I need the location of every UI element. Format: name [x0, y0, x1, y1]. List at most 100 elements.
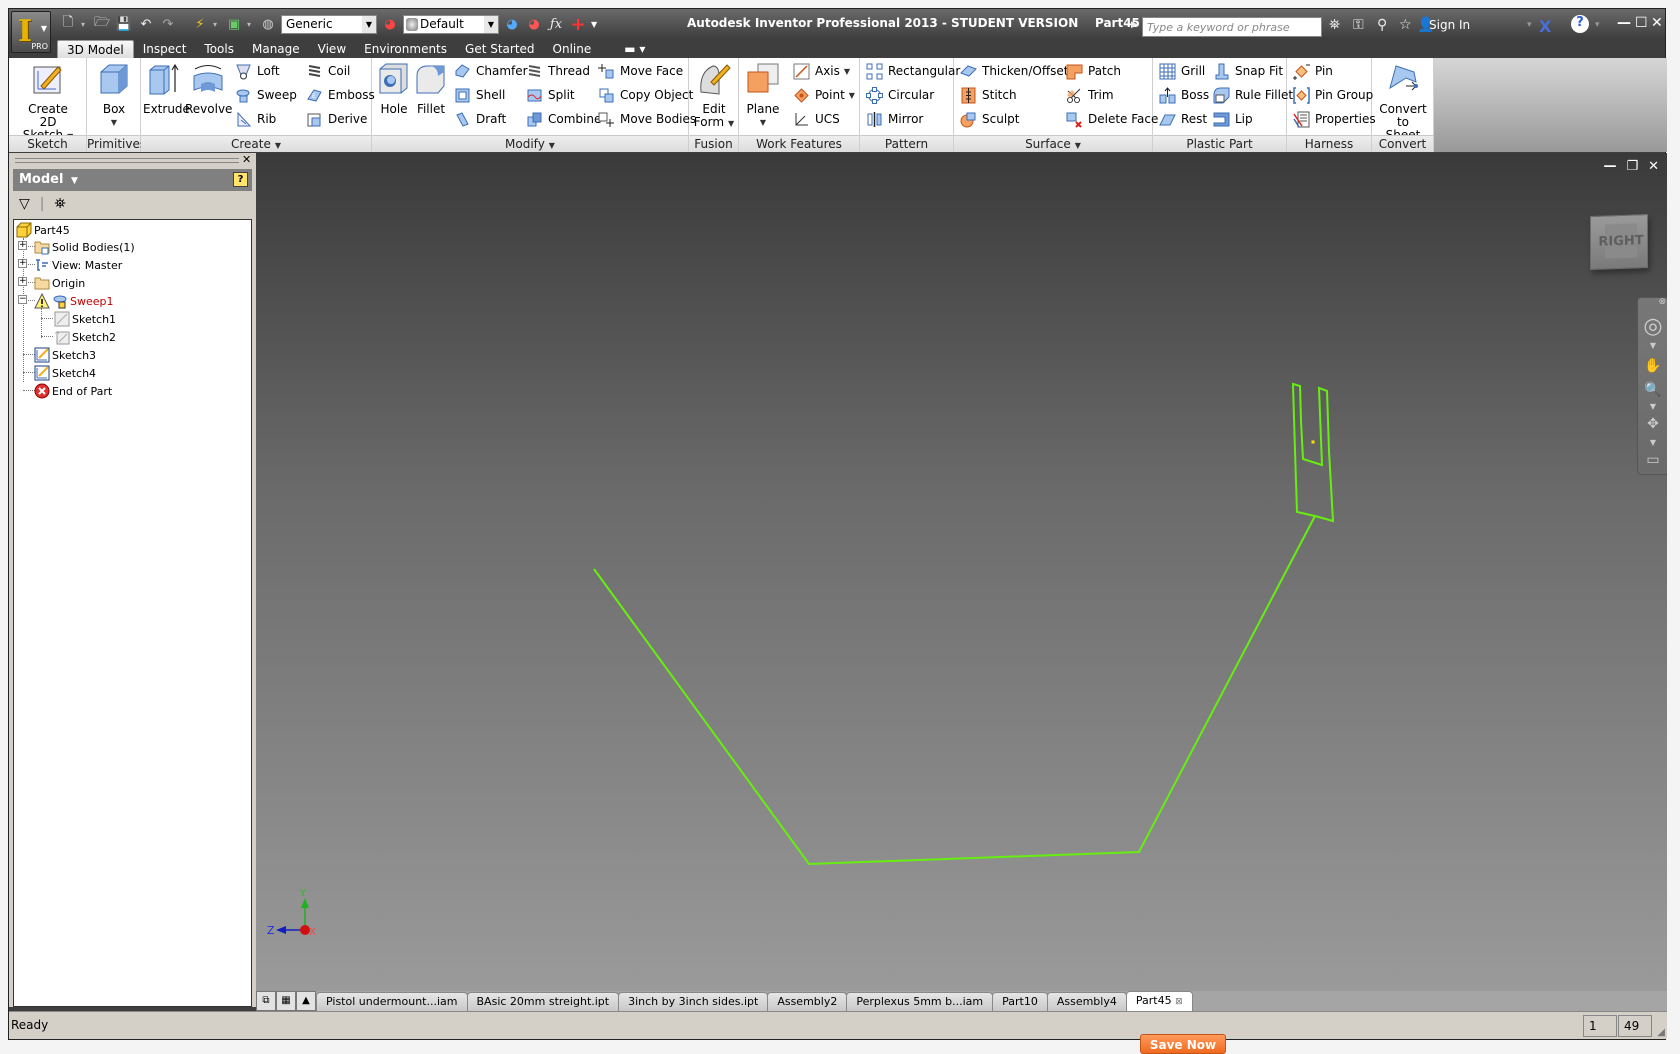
tree-node-sketch1[interactable]: Sketch1: [54, 310, 116, 328]
find-binoculars-icon[interactable]: ⛯: [55, 196, 66, 212]
browser-grip[interactable]: [15, 158, 239, 163]
doc-tab[interactable]: Assembly2: [767, 992, 848, 1011]
key-icon[interactable]: ⚿: [1353, 17, 1364, 33]
grill-button[interactable]: Grill: [1159, 61, 1205, 81]
open-folder-icon[interactable]: 🗁: [93, 15, 111, 33]
doc-tab[interactable]: Assembly4: [1046, 992, 1127, 1011]
thicken-offset-button[interactable]: Thicken/Offset: [960, 61, 1068, 81]
rule-fillet-button[interactable]: Rule Fillet: [1213, 85, 1293, 105]
redo-icon[interactable]: ↷: [159, 15, 177, 33]
snap-fit-button[interactable]: Snap Fit: [1213, 61, 1283, 81]
tree-node-solid-bodies[interactable]: Solid Bodies(1): [34, 238, 135, 256]
select-icon[interactable]: ▣: [225, 15, 243, 33]
thread-button[interactable]: Thread: [526, 61, 590, 81]
tree-node-view-master[interactable]: View: Master: [34, 256, 122, 274]
sketch-center-point[interactable]: [1311, 440, 1315, 444]
help-icon[interactable]: ?: [1571, 15, 1589, 33]
customize-qat-icon[interactable]: ▼: [591, 20, 599, 29]
tab-view[interactable]: View: [309, 40, 355, 58]
minimize-button[interactable]: —: [1617, 15, 1631, 31]
doc-tab[interactable]: BAsic 20mm streight.ipt: [466, 992, 620, 1011]
expand-view-master[interactable]: +: [18, 259, 27, 268]
tab-3d-model[interactable]: 3D Model: [57, 40, 134, 58]
material-combo[interactable]: Generic ▼: [281, 14, 377, 34]
lip-button[interactable]: Lip: [1213, 109, 1253, 129]
undo-icon[interactable]: ↶: [137, 15, 155, 33]
update-icon[interactable]: ⚡: [191, 15, 209, 33]
favorites-star-icon[interactable]: ☆: [1399, 17, 1412, 33]
rib-button[interactable]: Rib: [235, 109, 276, 129]
binoculars-icon[interactable]: ⛯: [1329, 17, 1340, 33]
fillet-button[interactable]: Fillet: [412, 62, 450, 116]
sweep-button[interactable]: Sweep: [235, 85, 297, 105]
ribbon-display-toggle[interactable]: ▬ ▾: [600, 40, 654, 58]
tree-node-part45[interactable]: Part45: [16, 221, 70, 239]
browser-close-icon[interactable]: ✕: [242, 153, 251, 166]
delete-face-button[interactable]: Delete Face: [1066, 109, 1158, 129]
sign-in-link[interactable]: Sign In: [1429, 18, 1470, 32]
combine-button[interactable]: Combine: [526, 109, 601, 129]
sculpt-button[interactable]: Sculpt: [960, 109, 1019, 129]
pin-button[interactable]: Pin: [1293, 61, 1333, 81]
loft-button[interactable]: Loft: [235, 61, 280, 81]
plane-button[interactable]: Plane ▼: [743, 62, 783, 129]
move-bodies-button[interactable]: Move Bodies: [598, 109, 696, 129]
tree-node-sketch4[interactable]: Sketch4: [34, 364, 96, 382]
filter-icon[interactable]: ▽: [19, 196, 30, 212]
coil-button[interactable]: Coil: [306, 61, 350, 81]
maximize-button[interactable]: ☐: [1635, 15, 1648, 31]
create-2d-sketch-button[interactable]: Create 2D Sketch▼: [13, 62, 83, 143]
clear-appearance-icon[interactable]: ◕: [525, 15, 543, 33]
save-now-button[interactable]: Save Now: [1140, 1034, 1226, 1054]
document-list-icon[interactable]: ▲: [296, 991, 316, 1011]
parameters-fx-icon[interactable]: ƒx: [547, 15, 565, 33]
close-button[interactable]: ✕: [1651, 15, 1663, 31]
doc-tab[interactable]: 3inch by 3inch sides.ipt: [618, 992, 769, 1011]
shell-button[interactable]: Shell: [454, 85, 505, 105]
doc-tab-active[interactable]: Part45 ⊠: [1125, 991, 1193, 1011]
select-dropdown[interactable]: ▾: [247, 20, 255, 29]
new-dropdown[interactable]: ▾: [81, 20, 89, 29]
u-profile-sketch[interactable]: [1291, 382, 1335, 523]
edit-form-button[interactable]: Edit Form ▼: [691, 62, 737, 130]
rectangular-pattern-button[interactable]: Rectangular: [866, 61, 960, 81]
tab-tools[interactable]: Tools: [195, 40, 243, 58]
stitch-button[interactable]: Stitch: [960, 85, 1017, 105]
browser-header[interactable]: Model ▼ ?: [13, 169, 252, 191]
tab-manage[interactable]: Manage: [243, 40, 309, 58]
doc-tab[interactable]: Perplexus 5mm b...iam: [846, 992, 994, 1011]
panel-label-create[interactable]: Create ▼: [141, 135, 371, 152]
panel-label-surface[interactable]: Surface ▼: [954, 135, 1152, 152]
graphics-viewport[interactable]: — ❐ ✕ RIGHT ⊗ ◎ ▼ ✋ 🔍 ▼ ✥ ▼ ▭ Y Z X: [256, 153, 1667, 991]
application-menu-button[interactable]: I ▼ PRO: [11, 11, 51, 53]
exchange-x-icon[interactable]: X: [1539, 17, 1551, 36]
new-file-icon[interactable]: 🗋: [59, 15, 77, 33]
derive-button[interactable]: Derive: [306, 109, 367, 129]
help-dropdown[interactable]: ▾: [1595, 20, 1600, 30]
tile-windows-icon[interactable]: ▦: [276, 991, 296, 1011]
axis-button[interactable]: Axis ▼: [793, 61, 850, 81]
satellite-icon[interactable]: ⚲: [1377, 17, 1387, 33]
sign-in-dropdown[interactable]: ▾: [1527, 20, 1532, 30]
boss-button[interactable]: Boss: [1159, 85, 1209, 105]
patch-button[interactable]: Patch: [1066, 61, 1121, 81]
collapse-sweep1[interactable]: −: [18, 295, 27, 304]
copy-object-button[interactable]: Copy Object: [598, 85, 693, 105]
tab-close-icon[interactable]: ⊠: [1175, 997, 1183, 1007]
cascade-windows-icon[interactable]: ⧉: [256, 991, 276, 1011]
hole-button[interactable]: Hole: [376, 62, 412, 116]
doc-tab[interactable]: Pistol undermount...iam: [316, 992, 468, 1011]
tab-environments[interactable]: Environments: [355, 40, 456, 58]
chamfer-button[interactable]: Chamfer: [454, 61, 528, 81]
draft-button[interactable]: Draft: [454, 109, 506, 129]
circular-pattern-button[interactable]: Circular: [866, 85, 934, 105]
resize-grip-icon[interactable]: ◢: [1657, 1027, 1665, 1038]
emboss-button[interactable]: E Emboss: [306, 85, 375, 105]
expand-origin[interactable]: +: [18, 277, 27, 286]
doc-tab[interactable]: Part10: [992, 992, 1048, 1011]
search-input[interactable]: Type a keyword or phrase: [1142, 17, 1322, 37]
tab-inspect[interactable]: Inspect: [134, 40, 196, 58]
ilogic-plus-icon[interactable]: +: [569, 14, 587, 35]
appearance-combo[interactable]: Default ▼: [403, 14, 499, 34]
ucs-button[interactable]: UCS: [793, 109, 840, 129]
